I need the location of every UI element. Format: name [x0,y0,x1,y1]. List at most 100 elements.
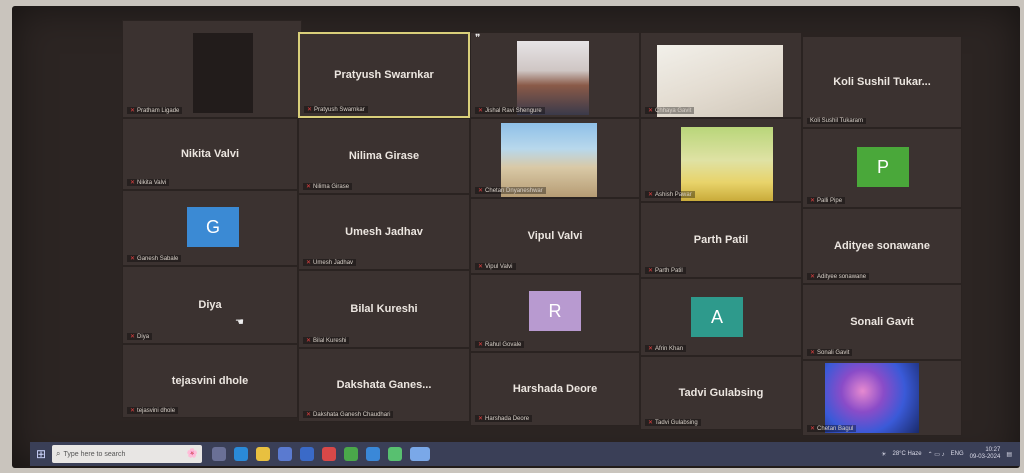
mic-muted-icon: ✕ [648,192,654,198]
participant-tile[interactable]: Tadvi Gulabsing ✕ Tadvi Gulabsing [640,356,802,430]
participant-label: Parth Patil [655,268,683,274]
participant-label: Vipul Valvi [485,264,513,270]
participant-tile[interactable]: Koli Sushil Tukar... Koli Sushil Tukaram [802,36,962,128]
edge-icon[interactable] [234,447,248,461]
participant-name: Adityee sonawane [834,240,930,252]
participant-name: Koli Sushil Tukar... [833,76,931,88]
participant-tile[interactable]: ✕ Jishal Ravi Shengure ❞ [470,32,640,118]
weather-icon[interactable]: ☀ [881,451,886,458]
participant-name: Umesh Jadhav [345,226,423,238]
participant-label: Adityee sonawane [817,274,867,280]
mic-muted-icon: ✕ [478,264,484,270]
video-gallery-grid: ✕ Pratham Ligade Pratyush Swarnkar ✕ Praty… [12,6,1020,436]
participant-label: Nikita Valvi [137,180,167,186]
participant-tile[interactable]: ✕ Chetan Dnyaneshwar [470,118,640,198]
participant-tile[interactable]: Sonali Gavit ✕ Sonali Gavit [802,284,962,360]
mic-muted-icon: ✕ [810,350,816,356]
participant-video [681,127,773,201]
participant-tile[interactable]: Dakshata Ganes... ✕ Dakshata Ganesh Chaud… [298,348,470,422]
participant-tile[interactable]: ✕ Chetan Bagul [802,360,962,436]
participant-name: Nikita Valvi [180,148,240,160]
quote-icon: ❞ [475,33,481,44]
participant-tile[interactable]: Nilima Girase ✕ Nilima Girase [298,118,470,194]
mic-muted-icon: ✕ [130,334,136,340]
task-view-icon[interactable] [212,447,226,461]
search-placeholder: Type here to search [63,450,126,458]
participant-label: Sonali Gavit [817,350,850,356]
mic-muted-icon: ✕ [130,180,136,186]
notification-icon[interactable]: ▤ [1006,451,1012,458]
participant-tile[interactable]: Adityee sonawane ✕ Adityee sonawane [802,208,962,284]
windows-taskbar: ⊞ ⌕ Type here to search 🌸 ☀ 28°C Haze ⌃ … [30,442,1020,466]
windows-start-icon[interactable]: ⊞ [30,443,52,465]
participant-label: Chetan Bagul [817,426,854,432]
participant-name: Harshada Deore [512,383,598,395]
cursor-hand-icon: ☚ [235,317,244,328]
participant-tile[interactable]: A ✕ Afrin Khan [640,278,802,356]
app-green-icon[interactable] [388,447,402,461]
mic-muted-icon: ✕ [307,107,313,113]
weather-text[interactable]: 28°C Haze [892,451,921,457]
monitor-screen: ✕ Pratham Ligade Pratyush Swarnkar ✕ Praty… [12,6,1020,468]
participant-label: Harshada Deore [485,416,530,422]
participant-tile[interactable]: Umesh Jadhav ✕ Umesh Jadhav [298,194,470,270]
participant-label: Nilima Girase [313,184,350,190]
mic-muted-icon: ✕ [648,268,654,274]
participant-tile[interactable]: Bilal Kureshi ✕ Bilal Kureshi [298,270,470,348]
participant-tile[interactable]: P ✕ Palli Pipe [802,128,962,208]
participant-label: Pratham Ligade [137,108,180,114]
mic-muted-icon: ✕ [810,274,816,280]
mic-muted-icon: ✕ [130,408,136,414]
participant-tile-active-speaker[interactable]: Pratyush Swarnkar ✕ Pratyush Swarnkar [298,32,470,118]
participant-tile[interactable]: ✕ Pratham Ligade [122,20,302,118]
participant-tile[interactable]: ✕ Ashish Pawar [640,118,802,202]
participant-tile[interactable]: Nikita Valvi ✕ Nikita Valvi [122,118,298,190]
taskbar-apps [212,447,430,461]
language-indicator[interactable]: ENG [951,451,964,457]
participant-label: Rahul Govale [485,342,522,348]
tray-icons[interactable]: ⌃ ▭ ♪ [928,451,945,458]
search-icon: ⌕ [56,449,61,458]
mic-muted-icon: ✕ [478,416,484,422]
participant-avatar: P [857,147,909,187]
participant-tile[interactable]: Harshada Deore ✕ Harshada Deore [470,352,640,426]
participant-name: Bilal Kureshi [350,303,418,315]
participant-avatar: G [187,207,239,247]
participant-name: Nilima Girase [348,150,420,162]
app-blue-icon[interactable] [366,447,380,461]
mic-muted-icon: ✕ [478,342,484,348]
participant-label: Koli Sushil Tukaram [810,118,864,124]
participant-label: tejasvini dhole [137,408,176,414]
search-highlight-icon: 🌸 [186,448,198,458]
participant-tile[interactable]: ✕ Chhaya Gavit [640,32,802,118]
participant-tile[interactable]: Parth Patil ✕ Parth Patil [640,202,802,278]
mail-icon[interactable] [300,447,314,461]
participant-label: Chetan Dnyaneshwar [485,188,543,194]
system-tray: ☀ 28°C Haze ⌃ ▭ ♪ ENG 10:27 09-03-2024 ▤ [881,447,1020,461]
chrome-icon[interactable] [344,447,358,461]
participant-label: Diya [137,334,150,340]
mic-muted-icon: ✕ [810,426,816,432]
participant-label: Umesh Jadhav [313,260,354,266]
participant-tile[interactable]: G ✕ Ganesh Sabale [122,190,298,266]
app-red-icon[interactable] [322,447,336,461]
participant-tile[interactable]: R ✕ Rahul Govale [470,274,640,352]
participant-tile[interactable]: Vipul Valvi ✕ Vipul Valvi [470,198,640,274]
store-icon[interactable] [278,447,292,461]
participant-label: Dakshata Ganesh Chaudhari [313,412,391,418]
participant-tile[interactable]: tejasvini dhole ✕ tejasvini dhole [122,344,298,418]
clock[interactable]: 10:27 09-03-2024 [970,447,1001,461]
participant-name: Pratyush Swarnkar [334,69,434,81]
participant-label: Chhaya Gavit [655,108,692,114]
participant-label: Tadvi Gulabsing [655,420,698,426]
participant-tile[interactable]: Diya ☚ ✕ Diya [122,266,298,344]
participant-name: tejasvini dhole [171,375,249,387]
participant-avatar: R [529,291,581,331]
participant-video [825,363,919,433]
mic-muted-icon: ✕ [648,420,654,426]
taskbar-search-input[interactable]: ⌕ Type here to search 🌸 [52,445,202,463]
file-explorer-icon[interactable] [256,447,270,461]
participant-label: Bilal Kureshi [313,338,347,344]
zoom-icon[interactable] [410,447,430,461]
participant-video [501,123,597,197]
